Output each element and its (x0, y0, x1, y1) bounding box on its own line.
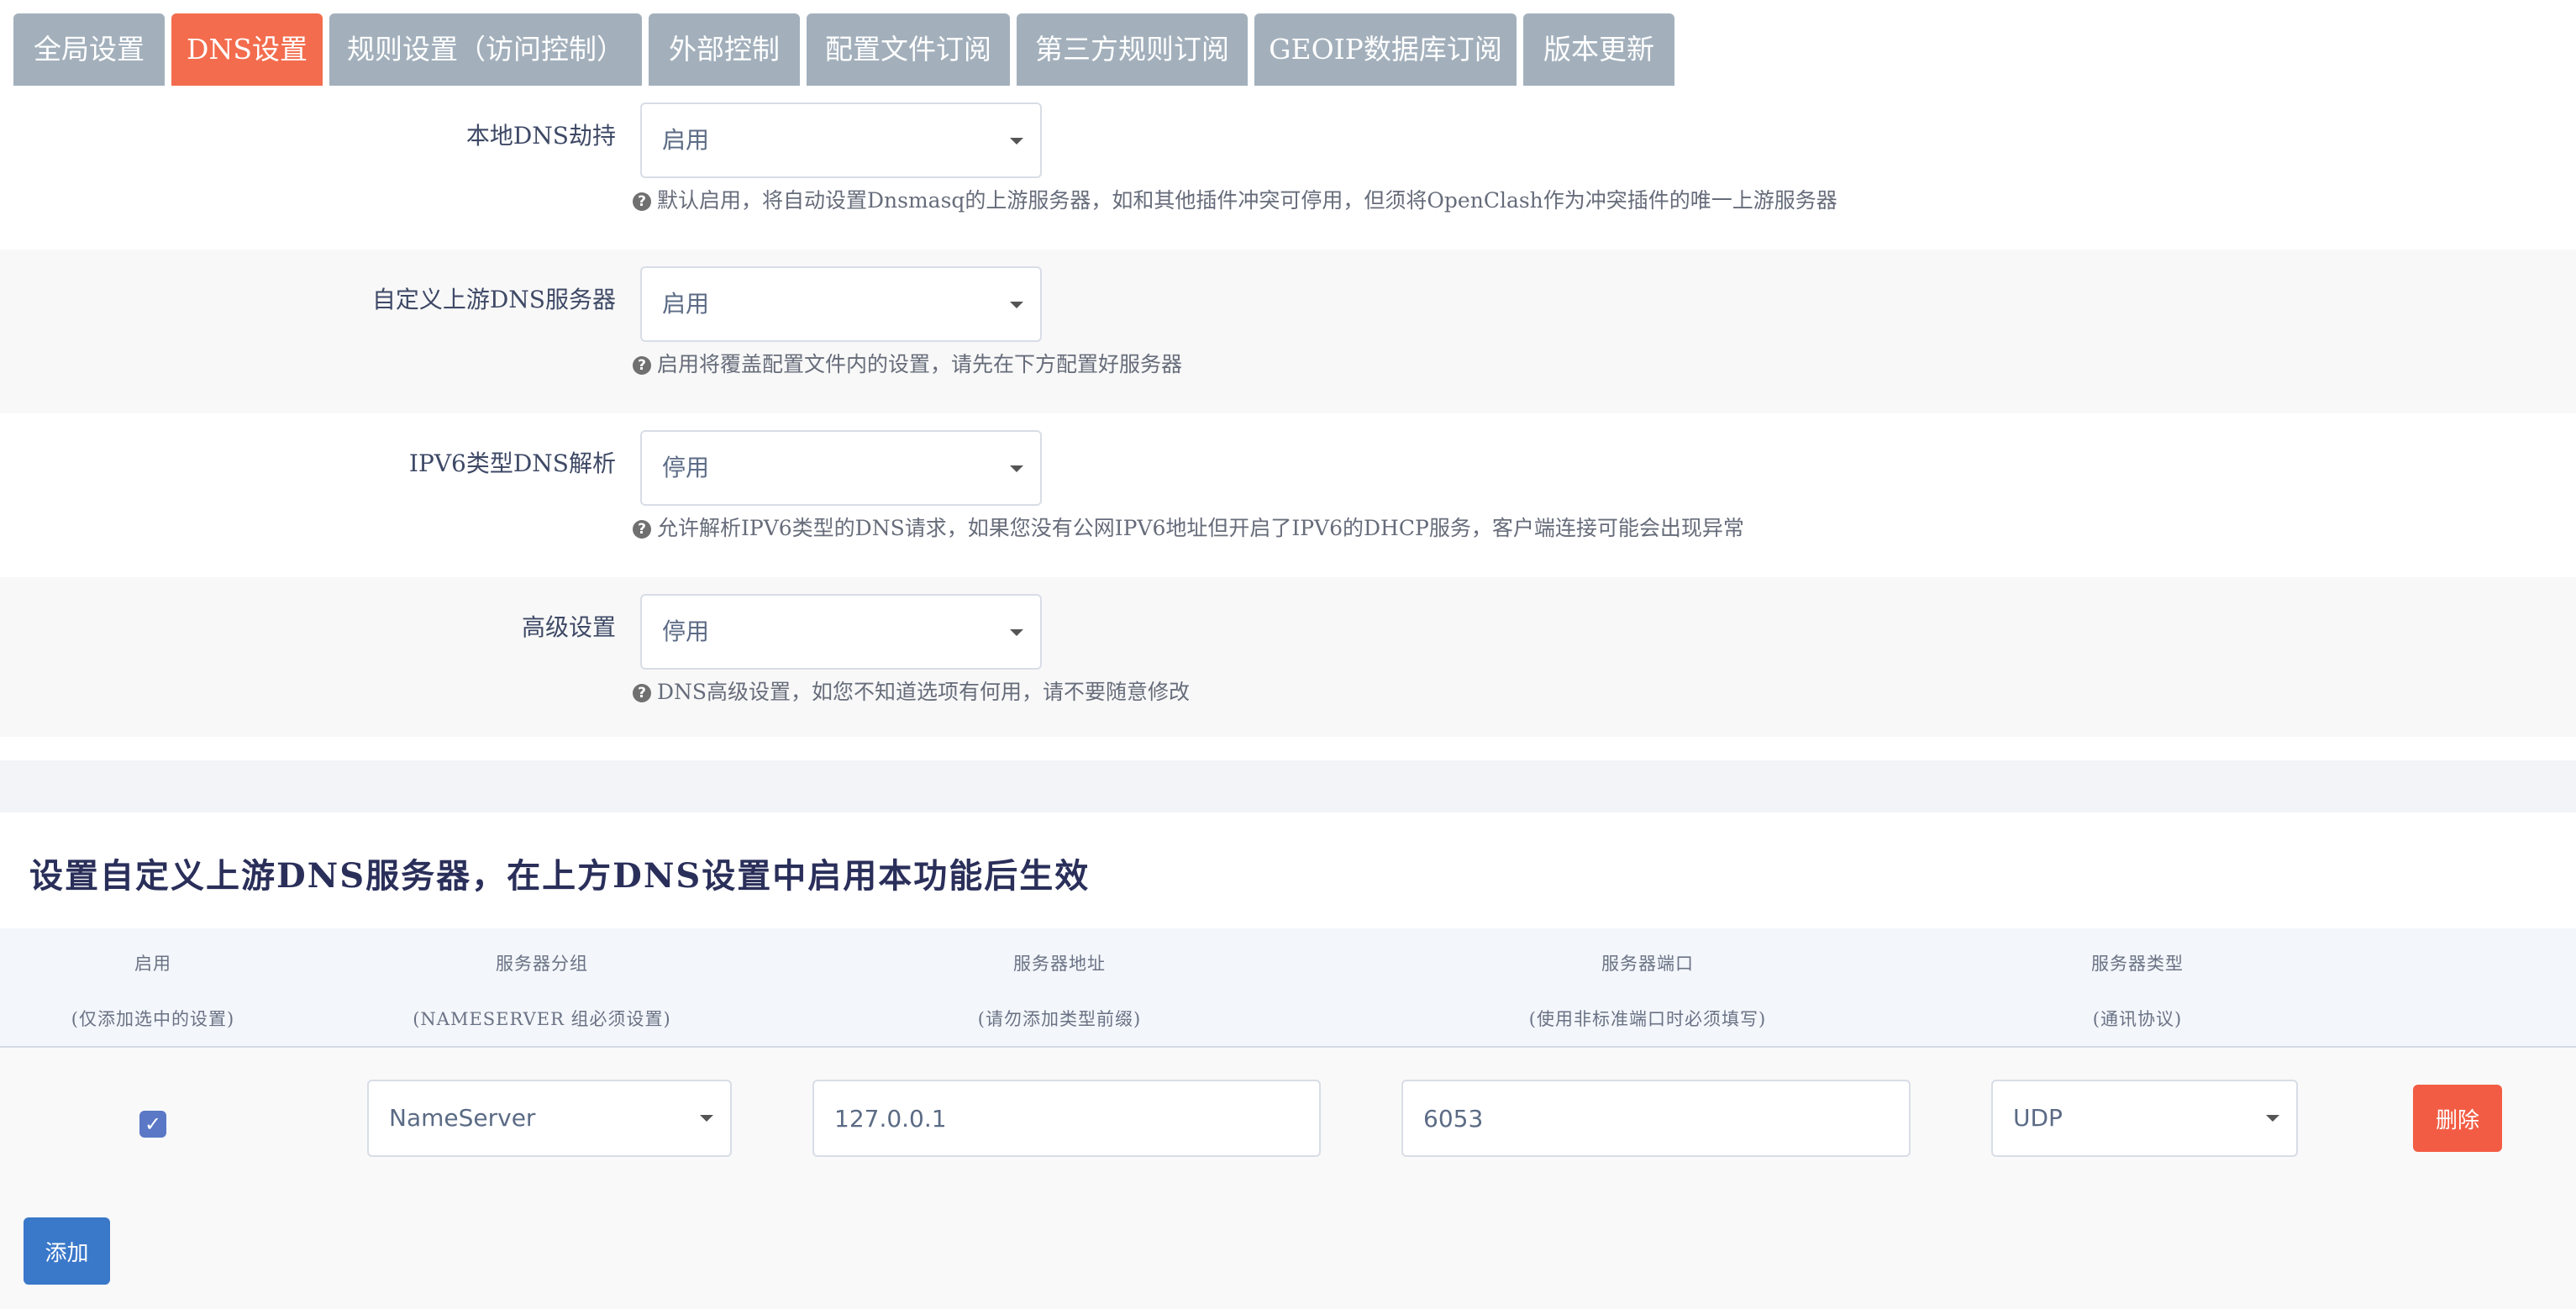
setting-label: 自定义上游DNS服务器 (371, 286, 616, 313)
help-text: ? 允许解析IPV6类型的DNS请求，如果您没有公网IPV6地址但开启了IPV6的… (633, 512, 1744, 542)
question-icon: ? (633, 520, 651, 539)
ipv6-dns-select[interactable]: 停用 (640, 430, 1042, 506)
server-group-select[interactable]: NameServer (367, 1080, 732, 1157)
custom-upstream-dns-select[interactable]: 启用 (640, 266, 1042, 342)
help-text: ? DNS高级设置，如您不知道选项有何用，请不要随意修改 (633, 676, 1190, 706)
tab-dns-settings[interactable]: DNS设置 (171, 13, 323, 86)
help-text-content: 默认启用，将自动设置Dnsmasq的上游服务器，如和其他插件冲突可停用，但须将O… (657, 188, 1837, 213)
question-icon: ? (633, 192, 651, 211)
help-text: ? 启用将覆盖配置文件内的设置，请先在下方配置好服务器 (633, 348, 1182, 378)
server-port-input[interactable] (1401, 1080, 1911, 1157)
chevron-down-icon (1010, 465, 1023, 472)
setting-label: IPV6类型DNS解析 (408, 449, 616, 477)
tab-bar: 全局设置 DNS设置 规则设置（访问控制） 外部控制 配置文件订阅 第三方规则订… (13, 13, 1681, 86)
chevron-down-icon (2266, 1115, 2279, 1122)
chevron-down-icon (1010, 302, 1023, 308)
help-text-content: 启用将覆盖配置文件内的设置，请先在下方配置好服务器 (657, 352, 1183, 376)
select-value: UDP (2013, 1104, 2063, 1132)
add-button[interactable]: 添加 (24, 1217, 110, 1285)
select-value: NameServer (389, 1104, 536, 1132)
help-text: ? 默认启用，将自动设置Dnsmasq的上游服务器，如和其他插件冲突可停用，但须将… (633, 184, 1837, 214)
server-address-input[interactable] (812, 1080, 1321, 1157)
setting-label: 本地DNS劫持 (465, 122, 616, 150)
tab-global-settings[interactable]: 全局设置 (13, 13, 165, 86)
help-text-content: DNS高级设置，如您不知道选项有何用，请不要随意修改 (657, 680, 1191, 704)
table-row: ✓ NameServer UDP 删除 (0, 1048, 2576, 1309)
chevron-down-icon (1010, 138, 1023, 145)
select-value: 启用 (662, 126, 710, 154)
setting-row-ipv6-dns: IPV6类型DNS解析 停用 ? 允许解析IPV6类型的DNS请求，如果您没有公网… (0, 413, 2576, 577)
enable-checkbox[interactable]: ✓ (139, 1111, 166, 1138)
tab-rule-settings[interactable]: 规则设置（访问控制） (329, 13, 642, 86)
setting-row-advanced: 高级设置 停用 ? DNS高级设置，如您不知道选项有何用，请不要随意修改 (0, 577, 2576, 737)
server-type-select[interactable]: UDP (1991, 1080, 2298, 1157)
question-icon: ? (633, 356, 651, 375)
question-icon: ? (633, 684, 651, 702)
setting-row-local-dns-hijack: 本地DNS劫持 启用 ? 默认启用，将自动设置Dnsmasq的上游服务器，如和其他… (0, 86, 2576, 250)
select-value: 停用 (662, 454, 710, 481)
local-dns-hijack-select[interactable]: 启用 (640, 103, 1042, 178)
setting-row-custom-upstream-dns: 自定义上游DNS服务器 启用 ? 启用将覆盖配置文件内的设置，请先在下方配置好服务… (0, 250, 2576, 413)
section-title: 设置自定义上游DNS服务器，在上方DNS设置中启用本功能后生效 (29, 856, 1091, 896)
tab-config-subscription[interactable]: 配置文件订阅 (807, 13, 1010, 86)
section-divider (0, 760, 2576, 812)
tab-external-control[interactable]: 外部控制 (649, 13, 800, 86)
select-value: 停用 (662, 618, 710, 645)
delete-button[interactable]: 删除 (2413, 1085, 2502, 1152)
tab-version-update[interactable]: 版本更新 (1523, 13, 1674, 86)
table-header: 启用 (仅添加选中的设置) 服务器分组 (NAMESERVER 组必须设置) 服… (0, 928, 2576, 1048)
tab-geoip-subscription[interactable]: GEOIP数据库订阅 (1254, 13, 1517, 86)
select-value: 启用 (662, 290, 710, 318)
setting-label: 高级设置 (521, 613, 616, 641)
chevron-down-icon (700, 1115, 713, 1122)
help-text-content: 允许解析IPV6类型的DNS请求，如果您没有公网IPV6地址但开启了IPV6的D… (657, 516, 1744, 540)
chevron-down-icon (1010, 629, 1023, 636)
advanced-settings-select[interactable]: 停用 (640, 594, 1042, 670)
tab-third-party-rules[interactable]: 第三方规则订阅 (1017, 13, 1248, 86)
